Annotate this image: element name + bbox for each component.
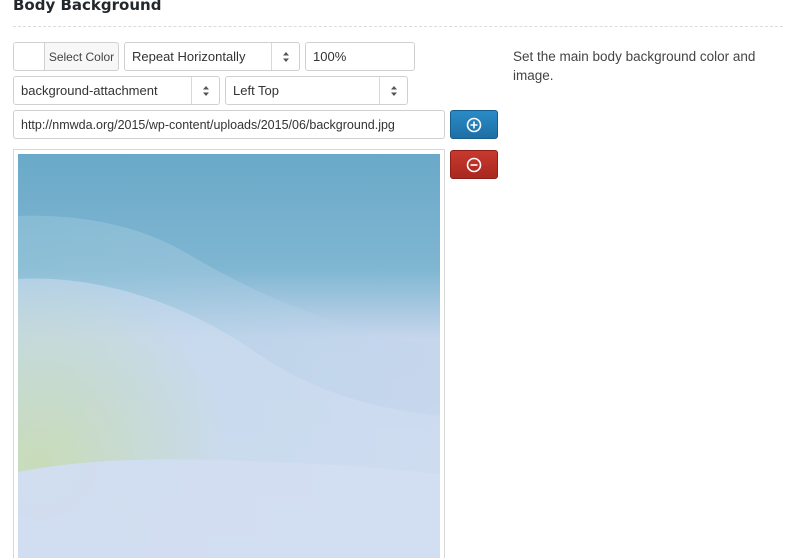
background-repeat-value: Repeat Horizontally — [132, 49, 246, 64]
image-url-input[interactable]: http://nmwda.org/2015/wp-content/uploads… — [13, 110, 445, 139]
field-description: Set the main body background color and i… — [513, 49, 756, 83]
preview-image — [18, 154, 440, 558]
color-swatch[interactable] — [14, 43, 45, 70]
select-arrows-icon — [379, 77, 407, 104]
background-position-value: Left Top — [233, 83, 280, 98]
color-picker-button[interactable]: Select Color — [13, 42, 119, 71]
section-title: Body Background — [13, 0, 162, 14]
remove-image-button[interactable] — [450, 150, 498, 179]
background-size-input[interactable]: 100% — [305, 42, 415, 71]
background-attachment-value: background-attachment — [21, 83, 158, 98]
section-divider — [13, 26, 783, 27]
color-picker-label: Select Color — [48, 49, 115, 64]
select-arrows-icon — [191, 77, 219, 104]
select-arrows-icon — [271, 43, 299, 70]
plus-circle-icon — [466, 117, 482, 132]
background-position-select[interactable]: Left Top — [225, 76, 408, 105]
background-attachment-select[interactable]: background-attachment — [13, 76, 220, 105]
add-image-button[interactable] — [450, 110, 498, 139]
minus-circle-icon — [466, 157, 482, 172]
background-image-preview — [13, 149, 445, 558]
background-repeat-select[interactable]: Repeat Horizontally — [124, 42, 300, 71]
